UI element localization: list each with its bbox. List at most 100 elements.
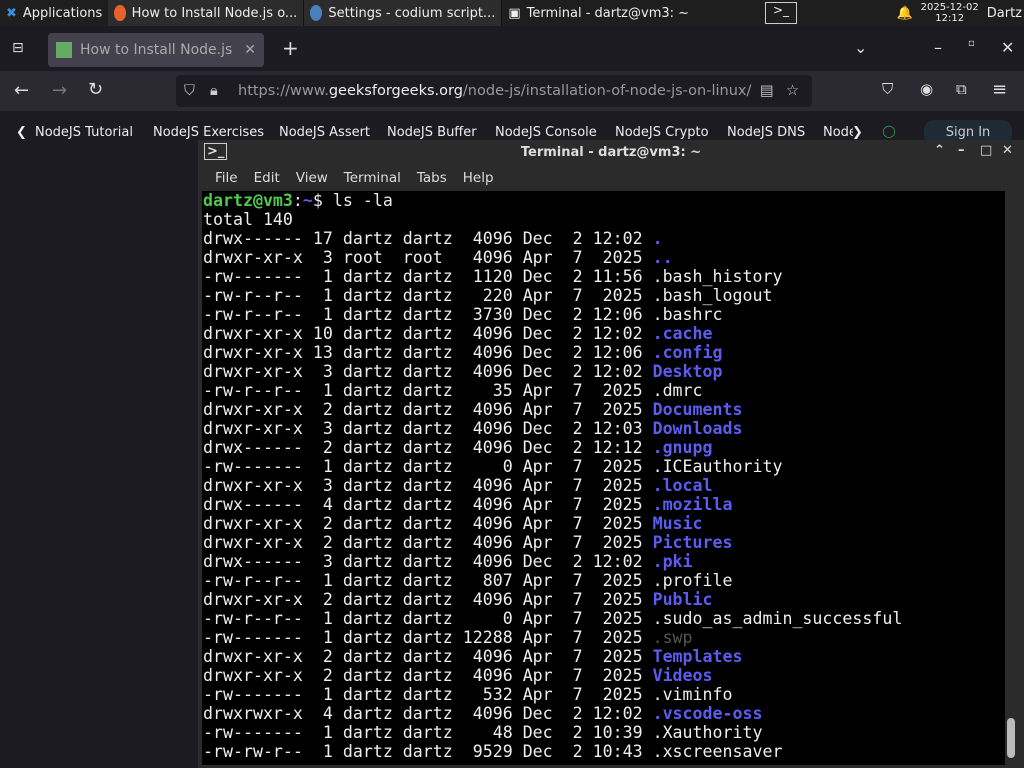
menu-help[interactable]: Help (457, 170, 500, 186)
nav-nodejs-assert[interactable]: NodeJS Assert (279, 125, 370, 140)
file-name: .bash_logout (652, 286, 773, 305)
workspace-switcher[interactable]: >_ (765, 2, 797, 24)
terminal-maximize-button[interactable]: □ (980, 143, 992, 158)
file-name: .xscreensaver (652, 742, 783, 761)
menu-edit[interactable]: Edit (248, 170, 286, 186)
listing-row: drwxr-xr-x 2 dartz dartz 4096 Apr 7 2025… (203, 647, 1005, 666)
nav-nodejs-console[interactable]: NodeJS Console (495, 125, 597, 140)
menu-tabs[interactable]: Tabs (411, 170, 453, 186)
file-meta: drwxr-xr-x 2 dartz dartz 4096 Apr 7 2025 (203, 533, 653, 552)
file-name: .swp (652, 628, 693, 647)
browser-tab[interactable]: How to Install Node.js on✕ (48, 33, 264, 67)
nav-nodejs-tutorial[interactable]: NodeJS Tutorial (35, 125, 133, 140)
listing-row: drwxr-xr-x 2 dartz dartz 4096 Apr 7 2025… (203, 400, 1005, 419)
listing-row: drwxr-xr-x 3 dartz dartz 4096 Dec 2 12:0… (203, 362, 1005, 381)
menu-icon[interactable]: ≡ (992, 79, 1007, 100)
new-tab-button[interactable]: + (282, 36, 299, 60)
clock[interactable]: 2025-12-02 12:12 (921, 2, 979, 24)
applications-menu[interactable]: ✖ Applications (0, 0, 108, 26)
file-meta: drwx------ 2 dartz dartz 4096 Dec 2 12:1… (203, 438, 653, 457)
listing-row: drwxrwxr-x 4 dartz dartz 4096 Dec 2 12:0… (203, 704, 1005, 723)
file-meta: -rw-r--r-- 1 dartz dartz 35 Apr 7 2025 (203, 381, 653, 400)
shield-icon[interactable]: ⛉ (184, 83, 195, 99)
lock-icon[interactable]: 🔒︎ (210, 83, 218, 99)
listing-row: -rw-r--r-- 1 dartz dartz 35 Apr 7 2025 .… (203, 381, 1005, 400)
terminal-minimize-button[interactable]: – (958, 143, 965, 158)
file-name: .ICEauthority (652, 457, 783, 476)
forward-icon[interactable]: → (52, 80, 67, 101)
listing-row: drwxr-xr-x 3 root root 4096 Apr 7 2025 .… (203, 248, 1005, 267)
nav-nodejs-crypto[interactable]: NodeJS Crypto (615, 125, 709, 140)
file-meta: drwxr-xr-x 2 dartz dartz 4096 Apr 7 2025 (203, 514, 653, 533)
file-name: Public (652, 590, 713, 609)
nav-scroll-left-icon[interactable]: ❮ (16, 125, 27, 140)
listing-row: -rw------- 1 dartz dartz 1120 Dec 2 11:5… (203, 267, 1005, 286)
close-tab-icon[interactable]: ✕ (244, 42, 256, 58)
maximize-button[interactable]: ▫ (968, 38, 975, 49)
task-terminal[interactable]: ▣ Terminal - dartz@vm3: ~ (502, 0, 702, 26)
pocket-icon[interactable]: ⛉ (882, 80, 893, 98)
close-window-button[interactable]: ✕ (1001, 38, 1014, 57)
minimize-button[interactable]: – (934, 38, 942, 57)
menu-file[interactable]: File (209, 170, 244, 186)
nav-node-more[interactable]: Node (823, 125, 853, 140)
terminal-titlebar[interactable]: >_ Terminal - dartz@vm3: ~ ⌃ – □ ✕ (198, 140, 1024, 165)
terminal-menubar: File Edit View Terminal Tabs Help (198, 165, 1024, 191)
file-meta: -rw-rw-r-- 1 dartz dartz 9529 Dec 2 10:4… (203, 742, 653, 761)
file-meta: drwx------ 4 dartz dartz 4096 Apr 7 2025 (203, 495, 653, 514)
reload-icon[interactable]: ↻ (88, 79, 103, 100)
task-settings[interactable]: Settings - codium script... (304, 0, 503, 26)
file-meta: -rw------- 1 dartz dartz 532 Apr 7 2025 (203, 685, 653, 704)
account-icon[interactable]: ◉ (920, 80, 933, 98)
file-meta: -rw-r--r-- 1 dartz dartz 0 Apr 7 2025 (203, 609, 653, 628)
file-meta: drwxr-xr-x 10 dartz dartz 4096 Dec 2 12:… (203, 324, 653, 343)
file-name: .Xauthority (652, 723, 763, 742)
listing-row: -rw-rw-r-- 1 dartz dartz 9529 Dec 2 10:4… (203, 742, 1005, 761)
listing-row: drwxr-xr-x 2 dartz dartz 4096 Apr 7 2025… (203, 533, 1005, 552)
listing-row: drwxr-xr-x 10 dartz dartz 4096 Dec 2 12:… (203, 324, 1005, 343)
nav-nodejs-buffer[interactable]: NodeJS Buffer (387, 125, 477, 140)
extensions-icon[interactable]: ⧉ (956, 80, 967, 98)
file-name: .local (652, 476, 713, 495)
reader-view-icon[interactable]: ▤ (760, 83, 774, 99)
listing-row: -rw------- 1 dartz dartz 0 Apr 7 2025 .I… (203, 457, 1005, 476)
file-meta: drwx------ 3 dartz dartz 4096 Dec 2 12:0… (203, 552, 653, 571)
file-meta: drwxr-xr-x 3 dartz dartz 4096 Apr 7 2025 (203, 476, 653, 495)
file-name: .dmrc (652, 381, 703, 400)
taskbar: ✖ Applications How to Install Node.js o..… (0, 0, 1024, 26)
nav-scroll-right-icon[interactable]: ❯ (852, 125, 863, 140)
terminal-collapse-button[interactable]: ⌃ (934, 143, 945, 158)
file-meta: -rw------- 1 dartz dartz 12288 Apr 7 202… (203, 628, 653, 647)
file-meta: -rw------- 1 dartz dartz 48 Dec 2 10:39 (203, 723, 653, 742)
file-meta: drwxr-xr-x 2 dartz dartz 4096 Apr 7 2025 (203, 666, 653, 685)
url-bar[interactable]: ⛉ 🔒︎ https://www. geeksforgeeks.org/node-… (176, 75, 812, 107)
menu-terminal[interactable]: Terminal (338, 170, 407, 186)
listing-row: -rw------- 1 dartz dartz 48 Dec 2 10:39 … (203, 723, 1005, 742)
total-line: total 140 (203, 210, 293, 229)
back-icon[interactable]: ← (14, 80, 29, 101)
file-meta: drwx------ 17 dartz dartz 4096 Dec 2 12:… (203, 229, 653, 248)
terminal-icon: ▣ (508, 5, 521, 21)
search-icon[interactable]: ○ (882, 121, 896, 140)
menu-view[interactable]: View (290, 170, 334, 186)
tab-list-icon[interactable]: ⌄ (854, 38, 867, 57)
notification-bell-icon[interactable]: 🔔 (896, 6, 912, 21)
listing-row: drwxr-xr-x 2 dartz dartz 4096 Apr 7 2025… (203, 514, 1005, 533)
listing-row: drwxr-xr-x 2 dartz dartz 4096 Apr 7 2025… (203, 666, 1005, 685)
terminal-scrollbar[interactable] (1007, 718, 1015, 758)
terminal-output[interactable]: dartz@vm3:~$ ls -la total 140 drwx------ 1… (202, 191, 1005, 765)
terminal-icon: >_ (204, 143, 228, 160)
bookmark-star-icon[interactable]: ☆ (786, 83, 799, 99)
terminal-close-button[interactable]: ✕ (1002, 143, 1013, 158)
tab-overview-icon[interactable]: ⊟ (12, 40, 24, 56)
nav-nodejs-exercises[interactable]: NodeJS Exercises (153, 125, 264, 140)
file-name: Documents (652, 400, 743, 419)
file-meta: -rw-r--r-- 1 dartz dartz 3730 Dec 2 12:0… (203, 305, 653, 324)
user-menu[interactable]: Dartz (987, 6, 1024, 21)
firefox-icon (114, 5, 126, 21)
task-firefox[interactable]: How to Install Node.js o... (108, 0, 305, 26)
file-meta: -rw------- 1 dartz dartz 0 Apr 7 2025 (203, 457, 653, 476)
nav-nodejs-dns[interactable]: NodeJS DNS (727, 125, 805, 140)
file-meta: drwxr-xr-x 2 dartz dartz 4096 Apr 7 2025 (203, 647, 653, 666)
prompt-line: dartz@vm3:~$ ls -la (203, 191, 393, 210)
